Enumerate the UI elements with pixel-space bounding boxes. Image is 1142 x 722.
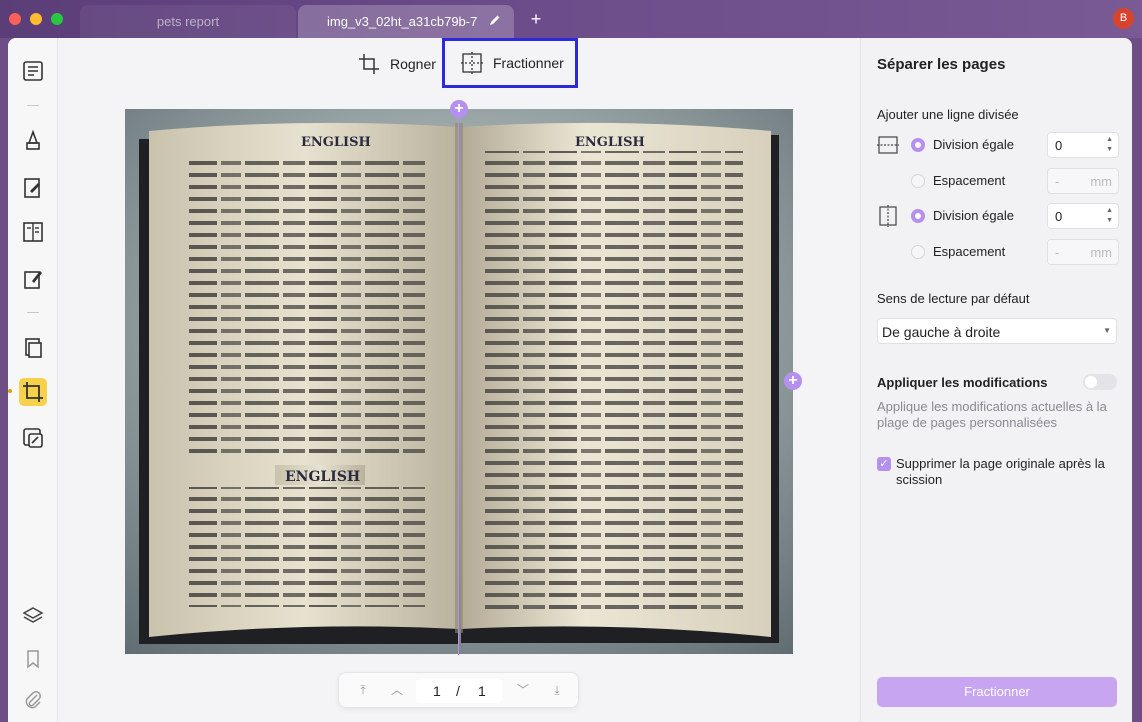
vertical-spacing-unit: mm [1090, 245, 1112, 260]
vertical-split-icon [879, 205, 897, 227]
add-line-label: Ajouter une ligne divisée [877, 107, 1019, 122]
last-page-button[interactable]: ⤓ [549, 682, 565, 698]
horizontal-equal-label: Division égale [933, 137, 1014, 152]
caret-down-icon: ▼ [1103, 326, 1111, 335]
reading-direction-value: De gauche à droite [882, 324, 1001, 340]
title-bar: pets report img_v3_02ht_a31cb79b-7 + B [0, 0, 1142, 38]
pencil-icon[interactable] [488, 13, 502, 27]
reading-direction-select[interactable]: De gauche à droite ▼ [877, 318, 1117, 344]
organize-pages-icon[interactable] [21, 336, 45, 360]
book-header-left: ENGLISH [301, 135, 371, 150]
horizontal-equal-radio[interactable] [911, 138, 925, 152]
horizontal-spacing-unit: mm [1090, 174, 1112, 189]
edit-pdf-icon[interactable] [21, 176, 45, 200]
horizontal-spacing-radio[interactable] [911, 174, 925, 188]
maximize-window-button[interactable] [51, 13, 63, 25]
layers-icon[interactable] [21, 604, 45, 628]
active-indicator-dot [8, 389, 12, 393]
toggle-knob [1085, 376, 1097, 388]
avatar[interactable]: B [1113, 8, 1134, 29]
next-page-button[interactable]: ﹀ [515, 682, 531, 698]
close-window-button[interactable] [9, 13, 21, 25]
total-pages: 1 [478, 683, 486, 699]
stepper-arrows-icon[interactable]: ▲ ▼ [1106, 206, 1113, 226]
left-sidebar [8, 38, 58, 722]
minimize-window-button[interactable] [30, 13, 42, 25]
vertical-spacing-input[interactable]: - mm [1047, 239, 1119, 265]
tab-pets-report[interactable]: pets report [80, 5, 296, 38]
horizontal-spacing-input[interactable]: - mm [1047, 168, 1119, 194]
right-split-handle[interactable]: + [784, 372, 802, 390]
reading-direction-label: Sens de lecture par défaut [877, 291, 1030, 306]
horizontal-equal-input[interactable]: 0 ▲ ▼ [1047, 132, 1119, 158]
vertical-spacing-value: - [1055, 245, 1060, 260]
prev-page-button[interactable]: ︿ [389, 682, 405, 698]
vertical-split-line[interactable] [458, 110, 459, 655]
split-grid-icon [461, 52, 483, 74]
split-submit-button[interactable]: Fractionner [877, 677, 1117, 707]
highlighter-icon[interactable] [21, 129, 45, 153]
apply-changes-description: Applique les modifications actuelles à l… [877, 399, 1107, 430]
vertical-equal-radio[interactable] [911, 209, 925, 223]
form-icon[interactable] [21, 220, 45, 244]
page-separator: / [456, 683, 460, 699]
vertical-equal-value: 0 [1055, 209, 1063, 224]
page-navigator: ⤒ ︿ 1 / 1 ﹀ ⤓ [338, 672, 579, 708]
bookmark-icon[interactable] [21, 647, 45, 671]
compress-icon[interactable] [21, 426, 45, 450]
split-label: Fractionner [493, 55, 564, 71]
current-page: 1 [433, 683, 441, 699]
vertical-spacing-radio[interactable] [911, 245, 925, 259]
delete-original-checkbox[interactable]: ✓ [877, 457, 891, 471]
document-page: ENGLISH ENGLISH ENGLISH [125, 109, 793, 654]
horizontal-equal-value: 0 [1055, 138, 1063, 153]
first-page-button[interactable]: ⤒ [355, 682, 371, 698]
delete-original-label: Supprimer la page originale après la sci… [896, 456, 1105, 487]
book-mid-heading: ENGLISH [285, 469, 360, 485]
stepper-arrows-icon[interactable]: ▲ ▼ [1106, 135, 1113, 155]
sign-icon[interactable] [21, 267, 45, 291]
tab-label: pets report [156, 14, 220, 29]
vertical-spacing-label: Espacement [933, 244, 1006, 259]
sidebar-divider [27, 312, 39, 313]
attachment-icon[interactable] [21, 688, 45, 712]
split-button[interactable]: Fractionner [442, 38, 578, 88]
horizontal-spacing-value: - [1055, 174, 1060, 189]
add-tab-button[interactable]: + [527, 10, 545, 28]
horizontal-spacing-label: Espacement [933, 173, 1006, 188]
crop-button[interactable]: Rogner [358, 53, 436, 75]
book-header-right: ENGLISH [575, 135, 645, 150]
page-number-box[interactable]: 1 / 1 [416, 679, 502, 703]
crop-label: Rogner [390, 56, 436, 72]
reader-icon[interactable] [21, 59, 45, 83]
apply-changes-label: Appliquer les modifications [877, 375, 1048, 390]
sidebar-divider [27, 105, 39, 106]
top-split-handle[interactable]: + [450, 100, 468, 118]
crop-pages-icon[interactable] [21, 380, 45, 404]
book-image: ENGLISH ENGLISH ENGLISH [125, 109, 793, 654]
vertical-equal-input[interactable]: 0 ▲ ▼ [1047, 203, 1119, 229]
panel-title: Séparer les pages [877, 56, 1006, 73]
tab-label: img_v3_02ht_a31cb79b-7 [327, 14, 478, 29]
vertical-equal-label: Division égale [933, 208, 1014, 223]
app-window: Rogner Fractionner ENGLISH ENGLISH ENGLI… [8, 38, 1132, 722]
apply-changes-toggle[interactable] [1083, 374, 1117, 390]
crop-icon [359, 54, 379, 74]
tab-current-document[interactable]: img_v3_02ht_a31cb79b-7 [298, 5, 514, 38]
horizontal-split-icon [877, 136, 899, 154]
split-settings-panel: Séparer les pages Ajouter une ligne divi… [860, 38, 1132, 722]
